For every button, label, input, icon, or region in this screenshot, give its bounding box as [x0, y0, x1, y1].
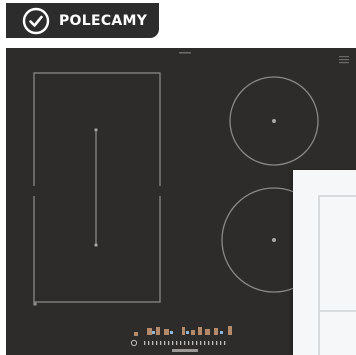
cabinet-door — [318, 195, 356, 355]
check-circle-icon — [22, 7, 50, 34]
control-panel — [134, 326, 232, 336]
power-slider-scale — [144, 341, 226, 345]
white-cabinet — [293, 170, 356, 355]
recommended-badge: POLECAMY — [6, 3, 159, 38]
cabinet-door-seam — [318, 310, 356, 312]
flex-zone-outline — [33, 72, 161, 303]
brand-logo — [172, 349, 198, 352]
badge-label: POLECAMY — [59, 12, 148, 29]
power-icon — [130, 339, 138, 347]
